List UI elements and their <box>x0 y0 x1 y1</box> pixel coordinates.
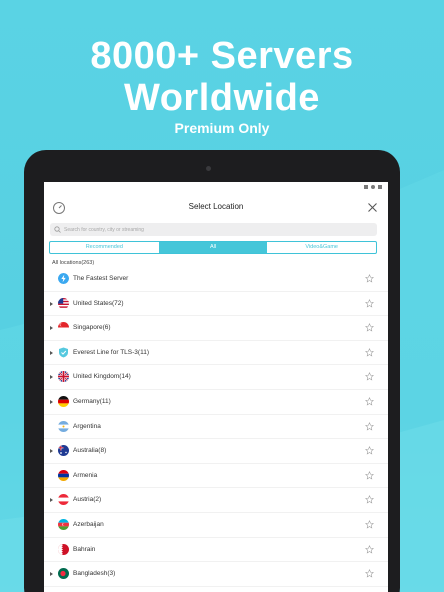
location-row-united-kingdom[interactable]: United Kingdom(14) <box>44 365 388 390</box>
tab-recommended[interactable]: Recommended <box>50 242 159 253</box>
search-icon <box>54 226 61 233</box>
favorite-star-icon[interactable] <box>365 274 374 283</box>
location-label: Bangladesh(3) <box>73 570 116 578</box>
favorite-star-icon[interactable] <box>365 323 374 332</box>
favorite-star-icon[interactable] <box>365 495 374 504</box>
location-row-germany[interactable]: Germany(11) <box>44 390 388 415</box>
location-label: Bahrain <box>73 545 96 553</box>
location-label: The Fastest Server <box>73 275 129 282</box>
location-row-azerbaijan[interactable]: Azerbaijan <box>44 513 388 538</box>
location-row-argentina[interactable]: Argentina <box>44 415 388 440</box>
location-row-bahrain[interactable]: Bahrain <box>44 538 388 563</box>
location-row-austria[interactable]: Austria(2) <box>44 488 388 513</box>
location-row-australia[interactable]: Australia(8) <box>44 439 388 464</box>
expand-arrow-icon[interactable] <box>50 301 53 306</box>
location-label: Armenia <box>73 471 98 479</box>
list-header: All locations(263) <box>52 260 95 266</box>
favorite-star-icon[interactable] <box>365 544 374 554</box>
close-icon[interactable] <box>367 202 378 213</box>
expand-arrow-icon[interactable] <box>50 399 53 404</box>
location-label: Germany(11) <box>73 397 111 405</box>
wifi-icon <box>371 185 375 189</box>
flag-au-icon <box>58 445 69 457</box>
promo-subtitle: Premium Only <box>174 120 270 136</box>
expand-arrow-icon[interactable] <box>50 449 53 454</box>
search-bar[interactable] <box>50 223 377 236</box>
location-label: Argentina <box>73 422 101 430</box>
flag-bd-icon <box>58 568 69 580</box>
location-tabs: Recommended All Video&Game <box>49 241 377 254</box>
location-label: United States(72) <box>73 299 124 307</box>
favorite-star-icon[interactable] <box>365 347 374 357</box>
favorite-star-icon[interactable] <box>365 519 374 529</box>
search-input[interactable] <box>64 224 364 235</box>
expand-arrow-icon[interactable] <box>50 572 53 577</box>
location-row-fastest[interactable]: The Fastest Server <box>44 267 388 292</box>
app-screen: Select Location Recommended All Video&Ga… <box>44 182 388 592</box>
location-row-everest-line[interactable]: Everest Line for TLS-3(11) <box>44 341 388 366</box>
tab-all[interactable]: All <box>158 242 268 253</box>
shield-icon <box>58 347 69 358</box>
location-label: Azerbaijan <box>73 520 104 528</box>
flag-us-icon <box>58 297 69 309</box>
location-row-bangladesh[interactable]: Bangladesh(3) <box>44 562 388 587</box>
tablet-camera <box>206 166 211 171</box>
promo-headline-2: Worldwide <box>124 77 320 119</box>
expand-arrow-icon[interactable] <box>50 350 53 355</box>
flag-ar-icon <box>58 420 69 432</box>
favorite-star-icon[interactable] <box>365 446 374 455</box>
location-list: The Fastest Server United States(72) Sin… <box>44 267 388 587</box>
location-row-singapore[interactable]: Singapore(6) <box>44 316 388 341</box>
expand-arrow-icon[interactable] <box>50 326 53 331</box>
location-label: Austria(2) <box>73 496 102 504</box>
location-row-united-states[interactable]: United States(72) <box>44 292 388 317</box>
location-label: Australia(8) <box>73 447 107 455</box>
signal-icon <box>364 185 368 189</box>
status-bar <box>364 185 382 189</box>
flag-at-icon <box>58 494 69 506</box>
page-title: Select Location <box>188 202 244 211</box>
flag-az-icon <box>58 518 69 530</box>
favorite-star-icon[interactable] <box>365 372 374 381</box>
location-label: United Kingdom(14) <box>73 373 131 381</box>
favorite-star-icon[interactable] <box>365 470 374 480</box>
favorite-star-icon[interactable] <box>365 298 374 308</box>
flag-uk-icon <box>58 371 69 383</box>
battery-icon <box>378 185 382 189</box>
favorite-star-icon[interactable] <box>365 397 374 406</box>
bolt-icon <box>58 273 69 284</box>
expand-arrow-icon[interactable] <box>50 375 53 380</box>
expand-arrow-icon[interactable] <box>50 498 53 503</box>
tab-video-game[interactable]: Video&Game <box>267 242 376 253</box>
favorite-star-icon[interactable] <box>365 569 374 578</box>
app-bar: Select Location <box>44 196 388 220</box>
flag-sg-icon <box>58 322 69 334</box>
flag-bh-icon <box>58 543 69 555</box>
location-label: Singapore(6) <box>73 324 111 332</box>
flag-am-icon <box>58 469 69 481</box>
favorite-star-icon[interactable] <box>365 421 374 431</box>
location-row-armenia[interactable]: Armenia <box>44 464 388 489</box>
promo-headline-1: 8000+ Servers <box>90 35 354 77</box>
flag-de-icon <box>58 395 69 407</box>
location-label: Everest Line for TLS-3(11) <box>73 348 149 356</box>
